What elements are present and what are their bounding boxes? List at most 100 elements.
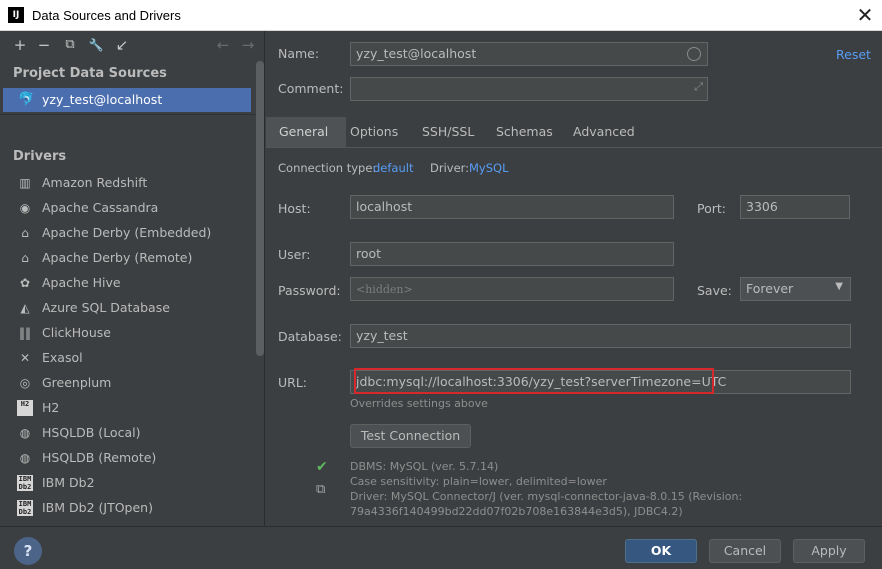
- color-circle-icon[interactable]: [687, 47, 701, 61]
- intellij-app-icon: IJ: [8, 7, 24, 23]
- cancel-button[interactable]: Cancel: [709, 539, 781, 563]
- left-panel: + − ⧉ 🔧 ↙ ← → Project Data Sources 🐬 yzy…: [0, 31, 265, 526]
- comment-field[interactable]: ⤢: [350, 77, 708, 101]
- tab-schemas[interactable]: Schemas: [496, 124, 553, 139]
- expand-icon[interactable]: ⤢: [694, 80, 703, 94]
- hsqldb-icon: ◍: [19, 451, 31, 465]
- driver-item[interactable]: ✿ Apache Hive: [0, 271, 255, 296]
- password-label: Password:: [278, 283, 341, 298]
- divider: [0, 114, 255, 115]
- help-icon[interactable]: ?: [14, 537, 42, 565]
- driver-label: HSQLDB (Remote): [42, 450, 157, 465]
- apply-button[interactable]: Apply: [793, 539, 865, 563]
- driver-label: H2: [42, 400, 60, 415]
- drivers-title: Drivers: [13, 149, 67, 164]
- amazon-redshift-icon: ▥: [19, 176, 31, 190]
- driver-item[interactable]: IBM Db2 IBM Db2: [0, 471, 255, 496]
- driver-item[interactable]: ▥ Amazon Redshift: [0, 171, 255, 196]
- port-field[interactable]: 3306: [740, 195, 850, 219]
- driver-item[interactable]: ◭ Azure SQL Database: [0, 296, 255, 321]
- driver-item[interactable]: ◉ Apache Cassandra: [0, 196, 255, 221]
- url-highlight-box: [354, 368, 714, 394]
- driver-item[interactable]: ⌂ Apache Derby (Embedded): [0, 221, 255, 246]
- info-driver: Driver: MySQL Connector/J (ver. mysql-co…: [350, 490, 743, 503]
- driver-label: IBM Db2 (JTOpen): [42, 500, 153, 515]
- ok-button[interactable]: OK: [625, 539, 697, 563]
- left-toolbar: + − ⧉ 🔧 ↙ ← →: [0, 31, 265, 61]
- derby-hat-icon: ⌂: [21, 226, 29, 240]
- remove-icon[interactable]: −: [36, 37, 52, 53]
- info-case-sensitivity: Case sensitivity: plain=lower, delimited…: [350, 475, 607, 488]
- driver-item[interactable]: ✕ Exasol: [0, 346, 255, 371]
- tab-bar: General Options SSH/SSL Schemas Advanced: [266, 117, 882, 147]
- driver-item[interactable]: ◍ HSQLDB (Local): [0, 421, 255, 446]
- ibm-db2-icon: IBM Db2: [17, 500, 33, 516]
- bottom-bar: ? OK Cancel Apply: [0, 526, 882, 569]
- save-label: Save:: [697, 283, 732, 298]
- right-panel: Name: yzy_test@localhost Reset Comment: …: [266, 31, 882, 526]
- add-icon[interactable]: +: [12, 37, 28, 53]
- url-label: URL:: [278, 375, 308, 390]
- connection-type-label: Connection type:: [278, 161, 377, 175]
- driver-item[interactable]: H2 H2: [0, 396, 255, 421]
- exasol-x-icon: ✕: [19, 351, 31, 365]
- wrench-icon[interactable]: 🔧: [88, 37, 104, 53]
- mysql-dolphin-icon: 🐬: [18, 92, 35, 107]
- greenplum-icon: ◎: [19, 376, 31, 390]
- driver-label: Greenplum: [42, 375, 112, 390]
- driver-item[interactable]: IBM Db2 IBM Db2 (JTOpen): [0, 496, 255, 521]
- azure-icon: ◭: [20, 301, 30, 315]
- import-icon[interactable]: ↙: [114, 37, 130, 53]
- tabs-underline: [266, 147, 882, 148]
- host-field[interactable]: localhost: [350, 195, 674, 219]
- left-scrollbar[interactable]: [256, 61, 264, 356]
- chevron-down-icon: ▼: [835, 281, 843, 292]
- forward-arrow-icon[interactable]: →: [240, 37, 256, 53]
- connection-info: DBMS: MySQL (ver. 5.7.14) Case sensitivi…: [350, 459, 742, 519]
- driver-item[interactable]: ◍ HSQLDB (Remote): [0, 446, 255, 471]
- project-data-sources-title: Project Data Sources: [13, 66, 167, 81]
- window-title: Data Sources and Drivers: [32, 8, 181, 23]
- connection-type-link[interactable]: default: [373, 161, 413, 175]
- port-label: Port:: [697, 201, 726, 216]
- save-select-value: Forever: [746, 281, 794, 296]
- database-field[interactable]: yzy_test: [350, 324, 851, 348]
- tab-options[interactable]: Options: [350, 124, 398, 139]
- copy-info-icon[interactable]: ⧉: [316, 482, 325, 497]
- driver-label: Apache Derby (Remote): [42, 250, 193, 265]
- driver-label: Azure SQL Database: [42, 300, 170, 315]
- checkmark-icon: ✔: [316, 459, 328, 475]
- driver-item[interactable]: ‖‖ ClickHouse: [0, 321, 255, 346]
- save-select[interactable]: Forever ▼: [740, 277, 851, 301]
- info-dbms: DBMS: MySQL (ver. 5.7.14): [350, 460, 499, 473]
- name-label: Name:: [278, 46, 320, 61]
- driver-label: HSQLDB (Local): [42, 425, 141, 440]
- close-icon[interactable]: ✕: [854, 4, 876, 26]
- driver-label: Apache Cassandra: [42, 200, 159, 215]
- tab-advanced[interactable]: Advanced: [573, 124, 635, 139]
- reset-link[interactable]: Reset: [836, 47, 871, 62]
- user-field[interactable]: root: [350, 242, 674, 266]
- driver-label: IBM Db2: [42, 475, 95, 490]
- name-field[interactable]: yzy_test@localhost: [350, 42, 708, 66]
- info-revision: 79a4336f140499bd22dd07f02b708e163844e3d5…: [350, 505, 683, 518]
- driver-item[interactable]: ⌂ Apache Derby (Remote): [0, 246, 255, 271]
- host-label: Host:: [278, 201, 311, 216]
- hive-icon: ✿: [19, 276, 31, 290]
- tab-ssh-ssl[interactable]: SSH/SSL: [422, 124, 474, 139]
- tab-general[interactable]: General: [279, 124, 328, 139]
- user-label: User:: [278, 247, 311, 262]
- driver-label: Driver:: [430, 161, 470, 175]
- url-hint: Overrides settings above: [350, 397, 488, 410]
- driver-label: Apache Hive: [42, 275, 121, 290]
- password-field[interactable]: <hidden>: [350, 277, 674, 301]
- copy-icon[interactable]: ⧉: [62, 37, 78, 53]
- driver-item[interactable]: ◎ Greenplum: [0, 371, 255, 396]
- data-source-item-yzy-test[interactable]: 🐬 yzy_test@localhost: [3, 88, 251, 112]
- hsqldb-icon: ◍: [19, 426, 31, 440]
- ibm-db2-icon: IBM Db2: [17, 475, 33, 491]
- driver-link[interactable]: MySQL: [469, 161, 509, 175]
- derby-hat-icon: ⌂: [21, 251, 29, 265]
- test-connection-button[interactable]: Test Connection: [350, 424, 471, 448]
- back-arrow-icon[interactable]: ←: [215, 37, 231, 53]
